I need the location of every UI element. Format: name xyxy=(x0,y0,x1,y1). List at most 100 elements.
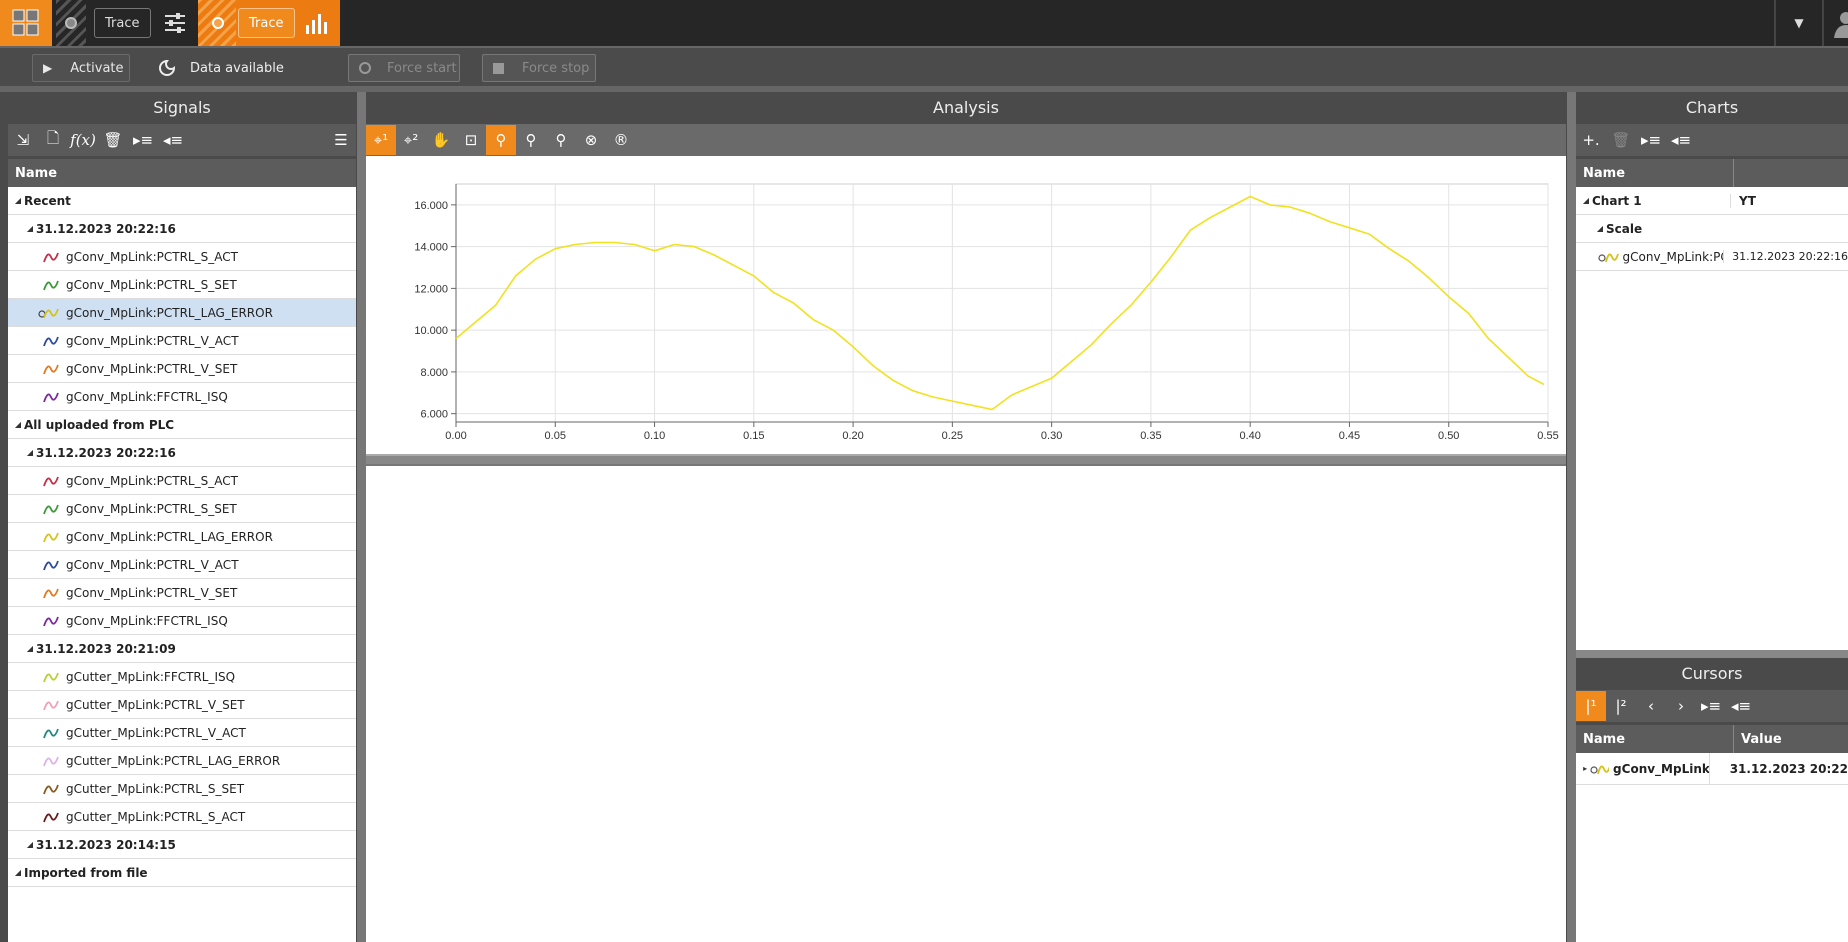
signal-label: gCutter_MpLink:PCTRL_S_ACT xyxy=(66,809,246,824)
cursor-signal-value: 31.12.2023 20:22 xyxy=(1708,753,1848,785)
collapse-icon: ◢ xyxy=(1596,224,1604,233)
signal-row[interactable]: gConv_MpLink:PCTRL_S_ACT xyxy=(8,243,356,271)
expand-all-icon[interactable]: ▸≡ xyxy=(128,125,158,155)
signal-row[interactable]: gConv_MpLink:PCTRL_S_ACT xyxy=(8,467,356,495)
dropdown-button[interactable]: ▼ xyxy=(1774,0,1822,46)
settings-sliders-icon[interactable] xyxy=(160,0,190,46)
signal-row[interactable]: gCutter_MpLink:PCTRL_S_SET xyxy=(8,775,356,803)
zoom-reset-icon[interactable]: ⊗ xyxy=(576,125,606,155)
signal-wave-icon xyxy=(43,252,59,262)
charts-splitter[interactable] xyxy=(1576,650,1848,658)
right-splitter[interactable] xyxy=(1567,92,1576,942)
y-tick-label: 16.000 xyxy=(414,200,448,212)
tree-group-row[interactable]: ◢ All uploaded from PLC xyxy=(8,411,356,439)
signal-row[interactable]: gCutter_MpLink:PCTRL_V_ACT xyxy=(8,719,356,747)
signal-row[interactable]: gCutter_MpLink:PCTRL_S_ACT xyxy=(8,803,356,831)
chevron-right-icon[interactable]: › xyxy=(1666,691,1696,721)
tab-handle-1[interactable] xyxy=(56,0,86,46)
collapse-icon: ◢ xyxy=(1582,196,1590,205)
zoom-restore-icon[interactable]: ® xyxy=(606,125,636,155)
scale-row[interactable]: ◢ Scale xyxy=(1576,215,1848,243)
collapse-icon[interactable]: ◢ xyxy=(12,196,24,205)
expand-all-icon[interactable]: ▸≡ xyxy=(1696,691,1726,721)
zoom-area-icon[interactable]: ⚲ xyxy=(486,125,516,155)
signal-row[interactable]: gConv_MpLink:PCTRL_LAG_ERROR xyxy=(8,523,356,551)
trash-icon[interactable]: 🗑 xyxy=(98,125,128,155)
signal-row[interactable]: gConv_MpLink:FFCTRL_ISQ xyxy=(8,383,356,411)
user-icon[interactable] xyxy=(1822,0,1848,46)
x-tick-label: 0.50 xyxy=(1438,430,1459,442)
signal-row[interactable]: gConv_MpLink:PCTRL_V_SET xyxy=(8,579,356,607)
signal-row[interactable]: gConv_MpLink:PCTRL_V_ACT xyxy=(8,327,356,355)
collapse-icon[interactable]: ◢ xyxy=(24,840,36,849)
cursor1-icon[interactable]: ⌖¹ xyxy=(366,125,396,155)
signal-label: gCutter_MpLink:PCTRL_V_SET xyxy=(66,697,245,712)
chart-signal-label: gConv_MpLink:PCTRL xyxy=(1622,249,1724,264)
zoom-y-icon[interactable]: ⚲ xyxy=(546,125,576,155)
tree-group-row[interactable]: ◢ Imported from file xyxy=(8,859,356,887)
x-tick-label: 0.05 xyxy=(545,430,566,442)
collapse-icon[interactable]: ◢ xyxy=(24,644,36,653)
cursors-column-name[interactable]: Name xyxy=(1583,732,1733,747)
collapse-all-icon[interactable]: ◂≡ xyxy=(1666,125,1696,155)
signal-row[interactable]: gCutter_MpLink:PCTRL_V_SET xyxy=(8,691,356,719)
signal-row[interactable]: gConv_MpLink:PCTRL_S_SET xyxy=(8,495,356,523)
chevron-left-icon[interactable]: ‹ xyxy=(1636,691,1666,721)
x-tick-label: 0.55 xyxy=(1537,430,1558,442)
charts-column-name[interactable]: Name xyxy=(1583,166,1733,181)
collapse-icon[interactable]: ◢ xyxy=(12,420,24,429)
line-chart[interactable]: 0.00 0.05 0.10 0.15 0.20 0.25 0.30 0.35 0.40 0.45… xyxy=(368,156,1566,454)
new-file-icon[interactable]: 🗋 xyxy=(38,125,68,155)
tree-group-row[interactable]: ◢ 31.12.2023 20:14:15 xyxy=(8,831,356,859)
tree-group-row[interactable]: ◢ 31.12.2023 20:21:09 xyxy=(8,635,356,663)
cursor1-icon[interactable]: |¹ xyxy=(1576,691,1606,721)
formula-icon[interactable]: f(x) xyxy=(68,125,98,155)
signal-wave-icon xyxy=(43,588,59,598)
chart-splitter[interactable] xyxy=(366,454,1566,466)
signal-row[interactable]: gCutter_MpLink:PCTRL_LAG_ERROR xyxy=(8,747,356,775)
chart-signal-row[interactable]: gConv_MpLink:PCTRL 31.12.2023 20:22:16 xyxy=(1576,243,1848,271)
tab-trace-2[interactable]: Trace xyxy=(238,8,295,38)
signal-row[interactable]: gConv_MpLink:PCTRL_LAG_ERROR xyxy=(8,299,356,327)
collapse-icon[interactable]: ◢ xyxy=(24,224,36,233)
chart-container[interactable]: 0.00 0.05 0.10 0.15 0.20 0.25 0.30 0.35 0.40 0.45… xyxy=(368,156,1566,454)
zoom-box-icon[interactable]: ⊡ xyxy=(456,125,486,155)
add-chart-icon[interactable]: +. xyxy=(1576,125,1606,155)
trash-icon[interactable]: 🗑 xyxy=(1606,125,1636,155)
tab-handle-2[interactable] xyxy=(198,0,238,46)
chart1-row[interactable]: ◢ Chart 1 YT xyxy=(1576,187,1848,215)
import-icon[interactable]: ⇲ xyxy=(8,125,38,155)
expand-all-icon[interactable]: ▸≡ xyxy=(1636,125,1666,155)
signal-row[interactable]: gConv_MpLink:PCTRL_V_SET xyxy=(8,355,356,383)
pan-hand-icon[interactable]: ✋ xyxy=(426,125,456,155)
collapse-icon[interactable]: ◢ xyxy=(12,868,24,877)
cursor2-icon[interactable]: ⌖² xyxy=(396,125,426,155)
collapse-icon[interactable]: ◢ xyxy=(24,448,36,457)
cursors-column-value[interactable]: Value xyxy=(1741,732,1782,747)
cursor2-icon[interactable]: |² xyxy=(1606,691,1636,721)
collapse-all-icon[interactable]: ◂≡ xyxy=(1726,691,1756,721)
menu-icon[interactable]: ☰ xyxy=(326,125,356,155)
x-tick-label: 0.00 xyxy=(445,430,466,442)
signal-row[interactable]: gCutter_MpLink:FFCTRL_ISQ xyxy=(8,663,356,691)
tab-trace-1[interactable]: Trace xyxy=(94,8,151,38)
left-splitter[interactable] xyxy=(357,92,366,942)
force-start-button[interactable]: Force start xyxy=(348,54,460,82)
force-stop-button[interactable]: Force stop xyxy=(482,54,596,82)
signal-row[interactable]: gConv_MpLink:FFCTRL_ISQ xyxy=(8,607,356,635)
activate-button[interactable]: ▶ Activate xyxy=(32,54,130,82)
signal-label: gCutter_MpLink:FFCTRL_ISQ xyxy=(66,669,236,684)
tree-group-row[interactable]: ◢ 31.12.2023 20:22:16 xyxy=(8,439,356,467)
signal-row[interactable]: gConv_MpLink:PCTRL_S_SET xyxy=(8,271,356,299)
cursor-signal-row[interactable]: ▸ gConv_MpLink:PCTR 31.12.2023 20:22 xyxy=(1576,753,1848,785)
app-menu-button[interactable] xyxy=(0,0,52,46)
signal-row[interactable]: gConv_MpLink:PCTRL_V_ACT xyxy=(8,551,356,579)
y-tick-label: 6.000 xyxy=(420,409,448,421)
signals-column-name[interactable]: Name xyxy=(8,159,356,187)
collapse-all-icon[interactable]: ◂≡ xyxy=(158,125,188,155)
tree-group-label: Recent xyxy=(24,193,71,208)
bar-chart-icon[interactable] xyxy=(305,11,331,35)
zoom-x-icon[interactable]: ⚲ xyxy=(516,125,546,155)
tree-group-row[interactable]: ◢ 31.12.2023 20:22:16 xyxy=(8,215,356,243)
tree-group-row[interactable]: ◢ Recent xyxy=(8,187,356,215)
